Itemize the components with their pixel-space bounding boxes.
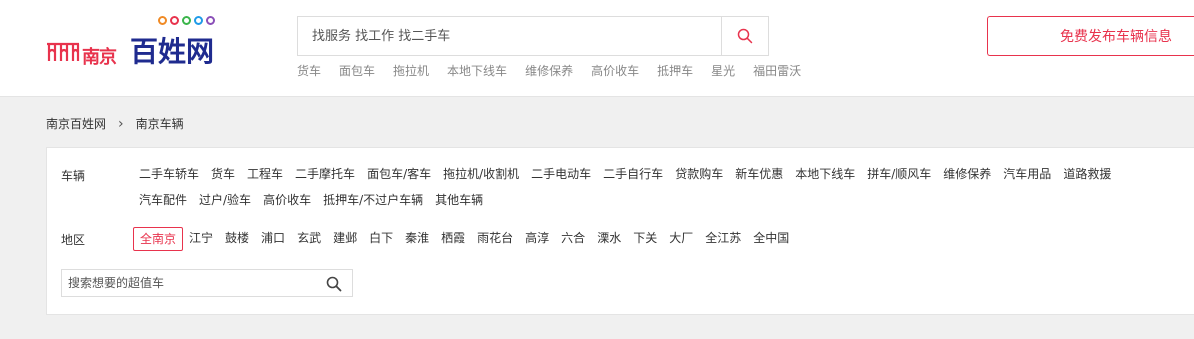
region-filter-link[interactable]: 玄武	[291, 225, 327, 251]
category-filter-link[interactable]: 贷款购车	[669, 161, 729, 187]
region-filter-label: 地区	[61, 233, 86, 247]
region-filter-link[interactable]: 鼓楼	[219, 225, 255, 251]
region-filter-link[interactable]: 大厂	[663, 225, 699, 251]
publish-vehicle-button[interactable]: 免费发布车辆信息	[987, 16, 1194, 56]
search-icon	[737, 28, 753, 44]
logo-dot	[158, 16, 167, 25]
category-filter-link[interactable]: 抵押车/不过户车辆	[317, 187, 429, 213]
hotword-link[interactable]: 本地下线车	[447, 62, 507, 79]
category-filter-link[interactable]: 道路救援	[1057, 161, 1117, 187]
region-filter-link[interactable]: 秦淮	[399, 225, 435, 251]
category-filter-link[interactable]: 汽车用品	[997, 161, 1057, 187]
region-filter-link[interactable]: 浦口	[255, 225, 291, 251]
vehicle-search-input[interactable]	[62, 270, 318, 296]
main-search-box	[297, 16, 769, 56]
breadcrumb: 南京百姓网 › 南京车辆	[46, 115, 184, 132]
category-filter-link[interactable]: 新车优惠	[729, 161, 789, 187]
site-logo[interactable]: 南京 百姓网	[46, 16, 236, 68]
hotword-link[interactable]: 面包车	[339, 62, 375, 79]
hotword-link[interactable]: 抵押车	[657, 62, 693, 79]
breadcrumb-home[interactable]: 南京百姓网	[46, 115, 106, 132]
logo-dots	[158, 16, 215, 25]
hotword-link[interactable]: 星光	[711, 62, 735, 79]
region-filter-list: 全南京 江宁 鼓楼 浦口 玄武 建邺 白下 秦淮 栖霞 雨花台 高淳 六合 溧水…	[133, 225, 1153, 251]
city-gate-icon	[47, 42, 80, 61]
hotword-link[interactable]: 货车	[297, 62, 321, 79]
category-filter-link[interactable]: 过户/验车	[193, 187, 257, 213]
region-filter-link-active[interactable]: 全南京	[133, 227, 184, 251]
logo-city: 南京	[82, 47, 117, 68]
main-search-input[interactable]	[298, 17, 722, 55]
site-header: 南京 百姓网 货车 面包车 拖拉机 本地下线车 维修保养 高价收车 抵押车 星光…	[0, 0, 1194, 97]
category-filter-link[interactable]: 二手电动车	[525, 161, 597, 187]
category-filter-link[interactable]: 二手摩托车	[289, 161, 361, 187]
category-filter-link[interactable]: 二手自行车	[597, 161, 669, 187]
category-filter-link[interactable]: 汽车配件	[133, 187, 193, 213]
logo-dot	[170, 16, 179, 25]
hotword-link[interactable]: 福田雷沃	[753, 62, 801, 79]
hotword-link[interactable]: 维修保养	[525, 62, 573, 79]
region-filter-link[interactable]: 高淳	[519, 225, 555, 251]
category-filter-link[interactable]: 拼车/顺风车	[861, 161, 937, 187]
vehicle-search-box	[61, 269, 353, 297]
search-icon[interactable]	[326, 276, 342, 292]
category-filter-link[interactable]: 二手车轿车	[133, 161, 205, 187]
category-filter-link[interactable]: 拖拉机/收割机	[437, 161, 525, 187]
logo-dot	[206, 16, 215, 25]
region-filter-link[interactable]: 下关	[627, 225, 663, 251]
logo-dot	[194, 16, 203, 25]
region-filter-link[interactable]: 建邺	[327, 225, 363, 251]
main-search-button[interactable]	[721, 17, 768, 55]
hotword-link[interactable]: 高价收车	[591, 62, 639, 79]
category-filter-list: 二手车轿车 货车 工程车 二手摩托车 面包车/客车 拖拉机/收割机 二手电动车 …	[133, 161, 1153, 213]
category-filter-link[interactable]: 其他车辆	[429, 187, 489, 213]
category-filter-link[interactable]: 货车	[205, 161, 241, 187]
filter-panel: 车辆 二手车轿车 货车 工程车 二手摩托车 面包车/客车 拖拉机/收割机 二手电…	[46, 147, 1194, 315]
region-filter-link[interactable]: 江宁	[183, 225, 219, 251]
logo-dot	[182, 16, 191, 25]
category-filter-link[interactable]: 高价收车	[257, 187, 317, 213]
region-filter-link[interactable]: 六合	[555, 225, 591, 251]
hot-keywords: 货车 面包车 拖拉机 本地下线车 维修保养 高价收车 抵押车 星光 福田雷沃	[297, 62, 819, 79]
category-filter-label: 车辆	[61, 169, 86, 183]
category-filter-link[interactable]: 工程车	[241, 161, 289, 187]
region-filter-link[interactable]: 溧水	[591, 225, 627, 251]
hotword-link[interactable]: 拖拉机	[393, 62, 429, 79]
category-filter-link[interactable]: 面包车/客车	[361, 161, 437, 187]
region-filter-link[interactable]: 栖霞	[435, 225, 471, 251]
region-filter-link[interactable]: 雨花台	[471, 225, 519, 251]
region-filter-link[interactable]: 白下	[363, 225, 399, 251]
logo-brand: 百姓网	[130, 35, 215, 68]
chevron-right-icon: ›	[118, 115, 124, 132]
category-filter-link[interactable]: 维修保养	[937, 161, 997, 187]
breadcrumb-current[interactable]: 南京车辆	[136, 115, 184, 132]
region-filter-link[interactable]: 全江苏	[699, 225, 747, 251]
category-filter-link[interactable]: 本地下线车	[789, 161, 861, 187]
region-filter-link[interactable]: 全中国	[747, 225, 795, 251]
